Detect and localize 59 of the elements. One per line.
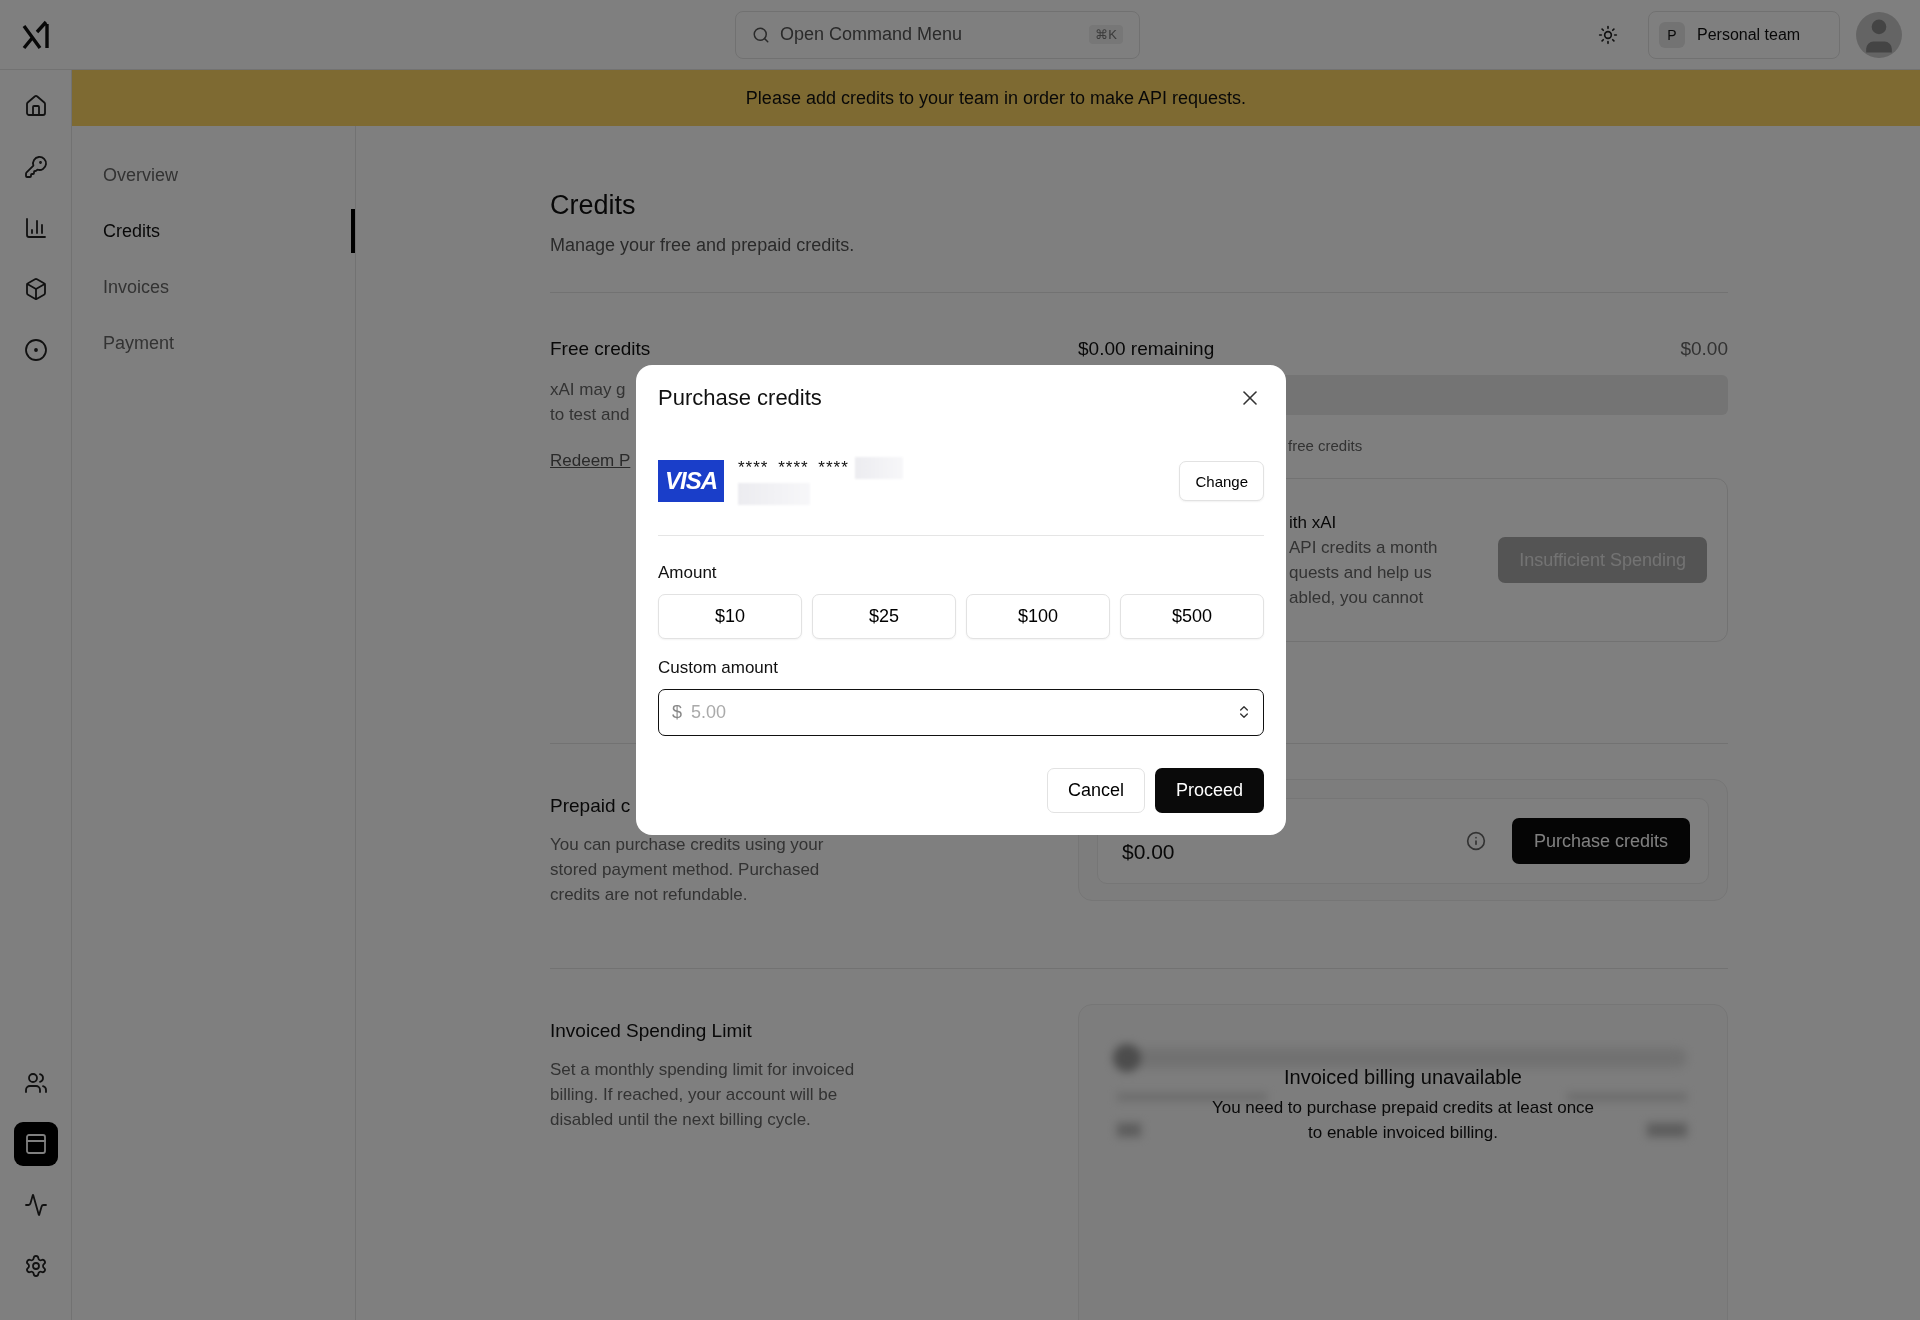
amount-label: Amount [658, 562, 717, 584]
home-icon [23, 94, 48, 118]
sun-icon [1598, 24, 1618, 45]
amount-option[interactable]: $100 [966, 594, 1110, 639]
info-icon[interactable] [1465, 831, 1486, 851]
people-icon [23, 1071, 48, 1095]
amount-option[interactable]: $10 [658, 594, 802, 639]
subnav-item[interactable]: Credits [72, 209, 355, 253]
panel-icon [23, 1132, 48, 1156]
settings-icon [23, 1254, 48, 1278]
card-number: **** **** **** [738, 458, 849, 478]
section-description: to test and [550, 404, 630, 426]
section-description: Set a monthly spending limit for invoiced billing. If reached, your account will be disabled until the next billing cycle. [550, 1059, 856, 1131]
balance-value: $0.00 [1122, 839, 1175, 865]
section-title: Invoiced Spending Limit [550, 1019, 752, 1043]
section-description: You can purchase credits using your stored payment method. Purchased credits are not refundable. [550, 834, 825, 906]
rail-button[interactable] [13, 1122, 58, 1166]
amount-option[interactable]: $500 [1120, 594, 1264, 639]
section-description: xAI may g [550, 379, 626, 401]
card-title: ith xAI [1289, 511, 1337, 534]
avatar-icon[interactable] [1856, 11, 1902, 58]
team-initial: P [1659, 21, 1685, 48]
card-description: abled, you cannot [1289, 586, 1424, 609]
card-brand-logo: VISA [658, 460, 724, 502]
cube-icon [23, 277, 48, 301]
total-amount: $0.00 [1680, 337, 1728, 361]
warning-banner: Please add credits to your team in order to make API requests. [72, 70, 1920, 126]
subnav-item[interactable]: Invoices [72, 265, 355, 309]
section-title: Prepaid c [550, 794, 631, 818]
bar-chart-icon [23, 216, 48, 240]
cancel-button[interactable]: Cancel [1046, 768, 1145, 813]
dialog-title: Purchase credits [658, 384, 822, 412]
search-placeholder: Open Command Menu [780, 24, 963, 45]
section-title: Free credits [550, 337, 651, 361]
progress-caption: free credits [1288, 437, 1363, 454]
search-icon [752, 25, 770, 44]
team-name: Personal team [1697, 25, 1801, 44]
subnav-item[interactable]: Overview [72, 153, 355, 197]
shortcut-hint: ⌘K [1089, 25, 1123, 44]
custom-amount-label: Custom amount [658, 657, 778, 679]
page-title: Credits [550, 190, 637, 221]
page-subtitle: Manage your free and prepaid credits. [550, 235, 856, 256]
card-description: API credits a month [1289, 536, 1438, 559]
key-icon [23, 155, 48, 179]
notice-title: Invoiced billing unavailable [1284, 1065, 1522, 1090]
remaining-amount: $0.00 remaining [1078, 337, 1215, 361]
currency-prefix: $ [672, 702, 682, 723]
notice-text: You need to purchase prepaid credits at least once to enable invoiced billing. [1210, 1097, 1596, 1144]
amount-option[interactable]: $25 [812, 594, 956, 639]
proceed-button[interactable]: Proceed [1154, 768, 1264, 813]
redeem-link[interactable]: Redeem P [550, 451, 631, 471]
team-switcher[interactable]: P Personal team [1648, 10, 1840, 59]
command-search-field[interactable]: Open Command Menu ⌘K [735, 10, 1140, 59]
purchase-credits-button[interactable]: Purchase credits [1511, 818, 1690, 864]
subnav-item[interactable]: Payment [72, 321, 355, 365]
card-description: quests and help us [1289, 561, 1432, 584]
circle-dot-icon [23, 338, 48, 362]
pulse-icon [23, 1193, 48, 1217]
change-card-button[interactable]: Change [1179, 461, 1264, 501]
